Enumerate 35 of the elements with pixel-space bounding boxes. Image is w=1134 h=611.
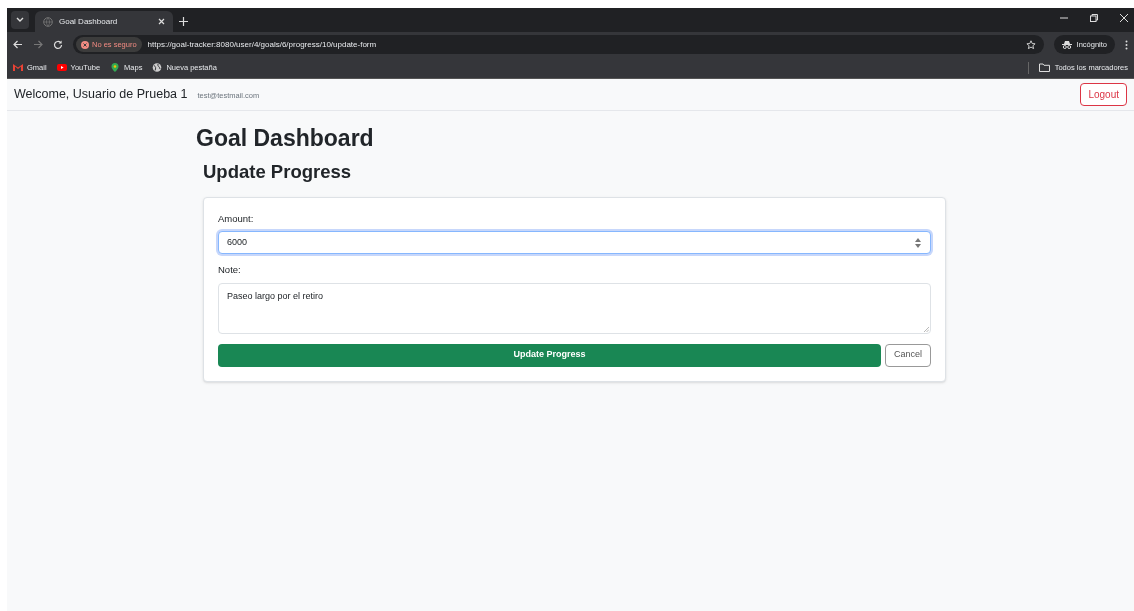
logout-button[interactable]: Logout bbox=[1080, 83, 1127, 106]
map-pin-icon bbox=[110, 63, 121, 72]
browser-tab[interactable]: Goal Dashboard bbox=[35, 11, 173, 32]
tab-search-button[interactable] bbox=[11, 11, 29, 29]
incognito-icon bbox=[1061, 40, 1072, 49]
field-label: Amount: bbox=[218, 212, 255, 226]
url-text: https://goal-tracker:8080/user/4/goals/6/progress/10/update-form bbox=[147, 38, 378, 51]
reload-icon[interactable] bbox=[53, 39, 63, 50]
cancel-button[interactable]: Cancel bbox=[885, 343, 931, 367]
close-icon[interactable] bbox=[1120, 14, 1128, 22]
resize-grip-icon[interactable] bbox=[924, 326, 929, 332]
more-icon[interactable] bbox=[1125, 39, 1128, 50]
forward-icon[interactable] bbox=[33, 40, 43, 49]
minimize-icon[interactable] bbox=[1060, 14, 1068, 22]
star-icon[interactable] bbox=[1025, 39, 1036, 50]
field-label: Note: bbox=[218, 263, 242, 278]
chevron-down-icon bbox=[16, 17, 24, 23]
update-progress-button[interactable]: Update Progress bbox=[218, 343, 881, 367]
close-icon[interactable] bbox=[158, 18, 165, 25]
error-icon bbox=[81, 40, 89, 49]
restore-icon[interactable] bbox=[1090, 14, 1098, 22]
plus-icon[interactable] bbox=[179, 17, 188, 26]
welcome-text: Welcome, Usuario de Prueba 1 bbox=[14, 86, 188, 104]
globe-icon bbox=[43, 16, 53, 27]
tab-title: Goal Dashboard bbox=[59, 15, 119, 28]
folder-icon bbox=[1038, 63, 1050, 72]
back-icon[interactable] bbox=[13, 40, 23, 49]
spinner-icon[interactable] bbox=[915, 238, 921, 249]
page-title: Goal Dashboard bbox=[196, 124, 375, 153]
play-icon bbox=[56, 63, 67, 72]
section-title: Update Progress bbox=[203, 160, 353, 184]
gmail-icon bbox=[13, 63, 23, 72]
amount-field[interactable]: 6000 bbox=[218, 231, 931, 255]
note-field[interactable]: Paseo largo por el retiro bbox=[218, 282, 931, 334]
globe-icon bbox=[152, 63, 163, 72]
